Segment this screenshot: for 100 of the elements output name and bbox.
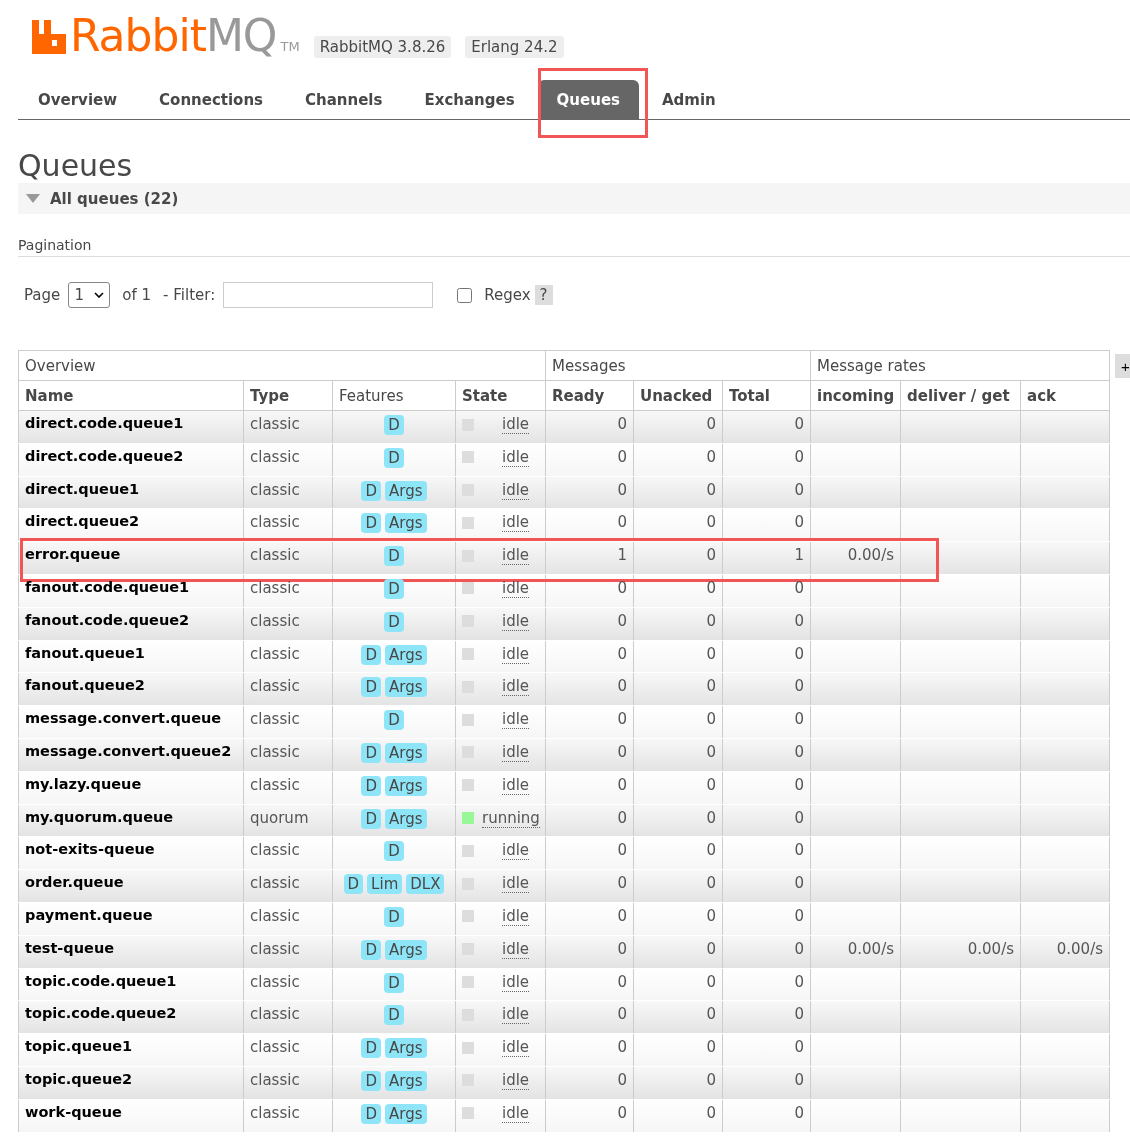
regex-label: Regex (484, 286, 531, 304)
queue-type: classic (250, 775, 300, 794)
queue-type: classic (250, 513, 300, 532)
feature-tag: Lim (367, 874, 403, 895)
unacked-count: 0 (706, 710, 716, 729)
feature-tag: Args (385, 775, 427, 796)
total-count: 0 (794, 644, 805, 663)
trademark-text: TM (280, 40, 300, 53)
version-tag: Erlang 24.2 (465, 36, 564, 58)
help-button[interactable]: ? (534, 285, 553, 305)
nav-tab[interactable]: Admin (643, 80, 735, 119)
total-count: 0 (794, 447, 805, 466)
page-select[interactable]: 1 (68, 282, 111, 308)
unacked-count: 0 (706, 677, 716, 696)
feature-tag: Args (385, 939, 427, 960)
queue-state: idle (502, 972, 530, 992)
collapse-arrow-icon[interactable] (26, 194, 40, 203)
column-header: ack (1020, 380, 1110, 411)
total-count: 0 (794, 775, 805, 794)
queue-state: idle (502, 447, 530, 467)
queue-type: classic (250, 415, 300, 433)
total-count: 0 (794, 808, 805, 827)
queue-type: classic (250, 579, 300, 597)
total-count: 0 (794, 939, 805, 958)
queue-state: idle (502, 710, 530, 730)
feature-tag: D (361, 1103, 381, 1124)
total-count: 0 (794, 874, 805, 893)
deliver-rate: 0.00/s (967, 939, 1015, 958)
total-count: 0 (794, 906, 805, 925)
column-header: Unacked (633, 380, 723, 411)
column-header: Total (722, 380, 811, 411)
feature-tag: D (384, 1005, 404, 1026)
queue-state: idle (502, 415, 530, 434)
queue-state: idle (502, 841, 530, 861)
queue-name-link[interactable]: test-queue (25, 939, 115, 956)
ack-rate: 0.00/s (1056, 939, 1104, 958)
feature-tag: D (361, 939, 381, 960)
feature-tag: Args (385, 513, 427, 534)
ready-count: 0 (617, 1070, 627, 1089)
queue-type: classic (250, 447, 300, 466)
filter-field[interactable] (223, 282, 434, 308)
filter-label: - Filter: (163, 286, 216, 304)
unacked-count: 0 (706, 808, 716, 827)
queue-state: idle (502, 644, 530, 664)
queue-type: classic (250, 480, 300, 499)
column-header: Ready (545, 380, 634, 411)
queue-state: running (482, 808, 540, 828)
unacked-count: 0 (706, 972, 716, 991)
queue-state: idle (502, 513, 530, 533)
feature-tag: D (384, 972, 404, 993)
logo-icon (32, 20, 66, 54)
nav-tab[interactable]: Channels (286, 80, 402, 119)
queue-type: classic (250, 677, 300, 696)
column-header: Features (332, 380, 456, 411)
queue-state: idle (502, 1038, 530, 1058)
queue-type: quorum (250, 808, 309, 827)
ready-count: 0 (617, 939, 627, 958)
unacked-count: 0 (706, 841, 716, 860)
queue-state: idle (502, 906, 530, 926)
unacked-count: 0 (706, 1005, 716, 1024)
ready-count: 1 (617, 546, 627, 565)
ready-count: 0 (617, 1038, 627, 1057)
unacked-count: 0 (706, 644, 716, 663)
feature-tag: Args (385, 644, 427, 665)
feature-tag: D (361, 808, 381, 829)
queue-type: classic (250, 874, 300, 893)
nav-tab[interactable]: Connections (140, 80, 283, 119)
ready-count: 0 (617, 480, 627, 499)
unacked-count: 0 (706, 939, 716, 958)
feature-tag: D (384, 611, 404, 632)
unacked-count: 0 (706, 1103, 716, 1122)
queue-state: idle (502, 742, 530, 762)
nav-tab[interactable]: Exchanges (405, 80, 534, 119)
section-title: All queues (22) (50, 189, 179, 208)
feature-tag: D (384, 546, 404, 567)
total-count: 0 (794, 415, 805, 433)
feature-tag: D (361, 677, 381, 698)
column-group-header: Messages (545, 350, 811, 381)
feature-tag: DLX (406, 874, 445, 895)
feature-tag: D (384, 415, 404, 435)
total-count: 0 (794, 1070, 805, 1089)
feature-tag: Args (385, 1070, 427, 1091)
column-group-header: Message rates (810, 350, 1110, 381)
ready-count: 0 (617, 906, 627, 925)
total-count: 0 (794, 710, 805, 729)
ready-count: 0 (617, 513, 627, 532)
ready-count: 0 (617, 972, 627, 991)
unacked-count: 0 (706, 546, 716, 565)
unacked-count: 0 (706, 447, 716, 466)
queue-type: classic (250, 611, 300, 630)
total-count: 0 (794, 972, 805, 991)
feature-tag: D (361, 1038, 381, 1059)
ready-count: 0 (617, 415, 627, 433)
nav-tab[interactable]: Overview (19, 80, 137, 119)
add-columns-button[interactable]: + (1115, 354, 1130, 378)
incoming-rate: 0.00/s (847, 546, 895, 565)
regex-checkbox[interactable] (457, 287, 473, 303)
unacked-count: 0 (706, 742, 716, 761)
queue-state: idle (502, 480, 530, 500)
queue-state: idle (502, 1070, 530, 1090)
